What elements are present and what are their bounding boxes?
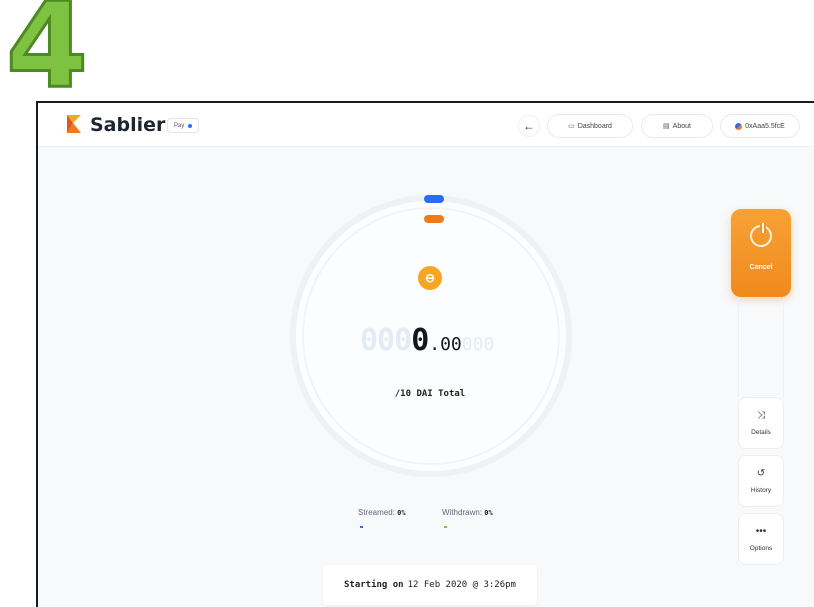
account-button[interactable]: 0xAaa5.5fcE [720,114,800,138]
streamed-label: Streamed: [358,508,395,517]
withdrawn-indicator [424,215,444,223]
withdrawn-progress-bar [444,526,447,528]
more-icon: ••• [755,525,767,537]
details-label: Details [751,428,771,436]
options-label: Options [749,544,773,552]
document-icon: ▤ [663,123,670,130]
streamed-progress-bar [360,526,363,528]
network-status-dot [188,123,193,128]
withdrawn-label: Withdrawn: [442,508,483,517]
dai-token-icon: ⊖ [418,266,442,290]
account-address: 0xAaa5.5fcE [745,122,785,130]
cancel-label: Cancel [749,264,773,271]
history-icon: ↺ [756,467,766,479]
history-label: History [750,486,772,494]
details-icon: ⤨ [757,409,765,421]
streamed-indicator [424,195,444,203]
about-button[interactable]: ▤ About [641,114,713,138]
streamed-value: 0% [397,509,406,517]
streamed-stat: Streamed: 0% [358,508,406,517]
step-number: 4 [4,0,89,114]
account-avatar-icon [735,122,743,130]
app-window: Sablier Pay ← ▭ Dashboard ▤ About 0xAaa5… [36,101,814,607]
cancel-button[interactable]: Cancel [731,209,791,297]
dashboard-button[interactable]: ▭ Dashboard [547,114,633,138]
history-button[interactable]: ↺ History [738,455,784,507]
stream-amount: 000 0 .00 000 [360,323,494,363]
withdrawn-stat: Withdrawn: 0% [442,508,493,517]
amount-trailing-zeros: 000 [461,334,495,355]
back-arrow-icon: ← [523,119,535,133]
withdrawn-value: 0% [484,509,493,517]
amount-leading-zeros: 000 [360,323,412,358]
start-date: 12 Feb 2020 @ 3:26pm [407,580,516,590]
options-button[interactable]: ••• Options [738,513,784,565]
details-button[interactable]: ⤨ Details [738,397,784,449]
start-date-box: Starting on 12 Feb 2020 @ 3:26pm [323,565,537,605]
dashboard-icon: ▭ [568,123,575,130]
dashboard-label: Dashboard [577,122,612,130]
about-label: About [672,122,691,130]
start-prefix: Starting on [344,580,404,590]
top-navigation-bar: Sablier Pay ← ▭ Dashboard ▤ About 0xAaa5… [38,103,814,147]
action-rail [738,297,784,397]
amount-decimals: .00 [429,334,462,355]
brand-name: Sablier [90,114,166,136]
sablier-logo-icon [67,115,81,133]
deposit-total: /10 DAI Total [394,389,466,399]
power-icon [750,223,772,247]
network-select-label: Pay [174,122,185,129]
back-button[interactable]: ← [518,115,540,137]
amount-integer: 0 [411,323,430,358]
network-select[interactable]: Pay [167,118,200,133]
